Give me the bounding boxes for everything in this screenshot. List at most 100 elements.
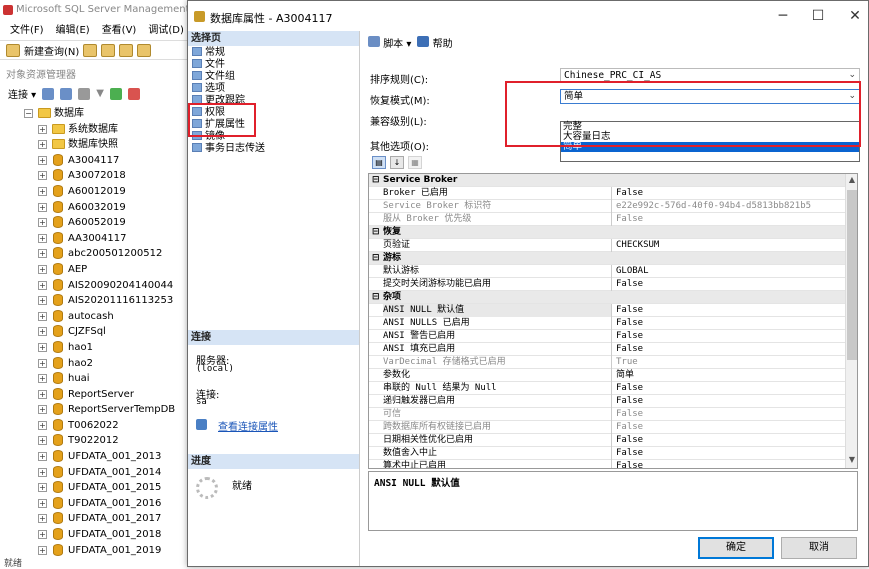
tree-node-database[interactable]: + UFDATA_001_2016 (24, 496, 200, 512)
property-row[interactable]: 算术中止已启用 False (369, 460, 845, 468)
property-row[interactable]: 参数化 简单 (369, 369, 845, 382)
tree-node-database[interactable]: + AEP (24, 262, 200, 278)
activity-monitor-icon[interactable] (127, 87, 140, 100)
property-category[interactable]: ⊟ 恢复 (369, 226, 845, 239)
tree-node-database[interactable]: + UFDATA_001_2015 (24, 480, 200, 496)
page-item[interactable]: 事务日志传送 (192, 143, 265, 155)
property-value[interactable]: GLOBAL (611, 265, 845, 278)
property-value[interactable]: True (611, 356, 845, 369)
tree-node-database[interactable]: + hao2 (24, 356, 200, 372)
property-row[interactable]: ANSI NULL 默认值 False (369, 304, 845, 317)
view-connection-properties-link[interactable]: 查看连接属性 (218, 418, 278, 433)
menu-debug[interactable]: 调试(D) (148, 22, 184, 40)
expand-icon[interactable]: + (38, 249, 47, 259)
collapse-icon[interactable]: − (24, 109, 33, 118)
db-query-icon-2[interactable] (119, 43, 134, 57)
new-query-button[interactable]: 新建查询(N) (24, 43, 79, 58)
tree-node-database[interactable]: + hao1 (24, 340, 200, 356)
property-row[interactable]: 跨数据库所有权链接已启用 False (369, 421, 845, 434)
property-value[interactable]: False (611, 317, 845, 330)
collapse-icon[interactable]: ⊟ (372, 291, 381, 304)
expand-icon[interactable]: + (38, 186, 47, 196)
expand-icon[interactable]: + (38, 327, 47, 337)
property-row[interactable]: 日期相关性优化已启用 False (369, 434, 845, 447)
tree-node-database[interactable]: + UFDATA_001_2017 (24, 511, 200, 527)
maximize-button[interactable]: ☐ (803, 5, 833, 27)
expand-icon[interactable]: + (38, 280, 47, 290)
categorized-view-icon[interactable]: ▤ (372, 156, 386, 169)
tree-node-system-db[interactable]: + 系统数据库 (24, 122, 200, 138)
property-row[interactable]: Service Broker 标识符 e22e992c-576d-40f0-94b… (369, 200, 845, 213)
expand-icon[interactable]: + (38, 514, 47, 524)
expand-icon[interactable]: + (38, 374, 47, 384)
menu-edit[interactable]: 编辑(E) (56, 22, 90, 40)
property-value[interactable]: False (611, 421, 845, 434)
property-row[interactable]: ANSI NULLS 已启用 False (369, 317, 845, 330)
property-value[interactable]: False (611, 343, 845, 356)
property-grid-scrollbar[interactable]: ▲ ▼ (845, 174, 857, 468)
property-row[interactable]: 默认游标 GLOBAL (369, 265, 845, 278)
property-value[interactable]: False (611, 408, 845, 421)
db-query-icon[interactable] (101, 43, 116, 57)
property-value[interactable]: False (611, 330, 845, 343)
tree-node-database[interactable]: + AIS20090204140044 (24, 278, 200, 294)
tree-node-database[interactable]: + autocash (24, 309, 200, 325)
expand-icon[interactable]: + (38, 389, 47, 399)
minimize-button[interactable]: ─ (768, 5, 798, 27)
tree-node-database[interactable]: + ReportServer (24, 387, 200, 403)
property-category[interactable]: ⊟ 杂项 (369, 291, 845, 304)
menu-view[interactable]: 查看(V) (102, 22, 137, 40)
property-value[interactable]: e22e992c-576d-40f0-94b4-d5813bb821b5 (611, 200, 845, 213)
tree-node-database[interactable]: + ReportServerTempDB (24, 402, 200, 418)
scroll-down-icon[interactable]: ▼ (847, 455, 857, 467)
tree-node-database[interactable]: + AA3004117 (24, 231, 200, 247)
expand-icon[interactable]: + (38, 171, 47, 181)
property-row[interactable]: 提交时关闭游标功能已启用 False (369, 278, 845, 291)
connect-button[interactable]: 连接 ▾ (8, 86, 36, 101)
page-item[interactable]: 文件组 (192, 71, 235, 83)
tree-node-database[interactable]: + huai (24, 371, 200, 387)
property-value[interactable]: False (611, 434, 845, 447)
db-query-icon-3[interactable] (137, 43, 152, 57)
expand-icon[interactable]: + (38, 264, 47, 274)
property-value[interactable]: False (611, 187, 845, 200)
script-button[interactable]: 脚本 ▾ (368, 35, 411, 50)
expand-icon[interactable]: + (38, 545, 47, 555)
expand-icon[interactable]: + (38, 467, 47, 477)
property-value[interactable]: False (611, 213, 845, 226)
property-category[interactable]: ⊟ 游标 (369, 252, 845, 265)
property-row[interactable]: 服从 Broker 优先级 False (369, 213, 845, 226)
property-row[interactable]: ANSI 警告已启用 False (369, 330, 845, 343)
tree-node-database[interactable]: + abc200501200512 (24, 246, 200, 262)
menu-file[interactable]: 文件(F) (10, 22, 44, 40)
property-pages-icon[interactable]: ▦ (408, 156, 422, 169)
property-row[interactable]: 数值舍入中止 False (369, 447, 845, 460)
page-item[interactable]: 文件 (192, 59, 225, 71)
property-value[interactable]: False (611, 304, 845, 317)
collapse-icon[interactable]: ⊟ (372, 252, 381, 265)
property-value[interactable]: False (611, 278, 845, 291)
property-row[interactable]: Broker 已启用 False (369, 187, 845, 200)
tree-node-snapshots[interactable]: + 数据库快照 (24, 137, 200, 153)
close-button[interactable]: ✕ (840, 5, 869, 27)
property-row[interactable]: 递归触发器已启用 False (369, 395, 845, 408)
ok-button[interactable]: 确定 (698, 537, 774, 559)
refresh-icon[interactable] (109, 87, 122, 100)
scrollbar-thumb[interactable] (847, 190, 857, 360)
property-row[interactable]: ANSI 填充已启用 False (369, 343, 845, 356)
property-value[interactable]: False (611, 460, 845, 468)
help-button[interactable]: 帮助 (417, 35, 453, 50)
property-category[interactable]: ⊟ Service Broker (369, 174, 845, 187)
expand-icon[interactable]: + (38, 311, 47, 321)
property-row[interactable]: VarDecimal 存储格式已启用 True (369, 356, 845, 369)
tree-node-database[interactable]: + UFDATA_001_2013 (24, 449, 200, 465)
tree-node-database[interactable]: + A3004117 (24, 153, 200, 169)
expand-icon[interactable]: + (38, 140, 47, 150)
tree-node-database[interactable]: + A60052019 (24, 215, 200, 231)
expand-icon[interactable]: + (38, 452, 47, 462)
expand-icon[interactable]: + (38, 498, 47, 508)
expand-icon[interactable]: + (38, 405, 47, 415)
tree-node-database[interactable]: + UFDATA_001_2018 (24, 527, 200, 543)
expand-icon[interactable]: + (38, 530, 47, 540)
property-row[interactable]: 串联的 Null 结果为 Null False (369, 382, 845, 395)
